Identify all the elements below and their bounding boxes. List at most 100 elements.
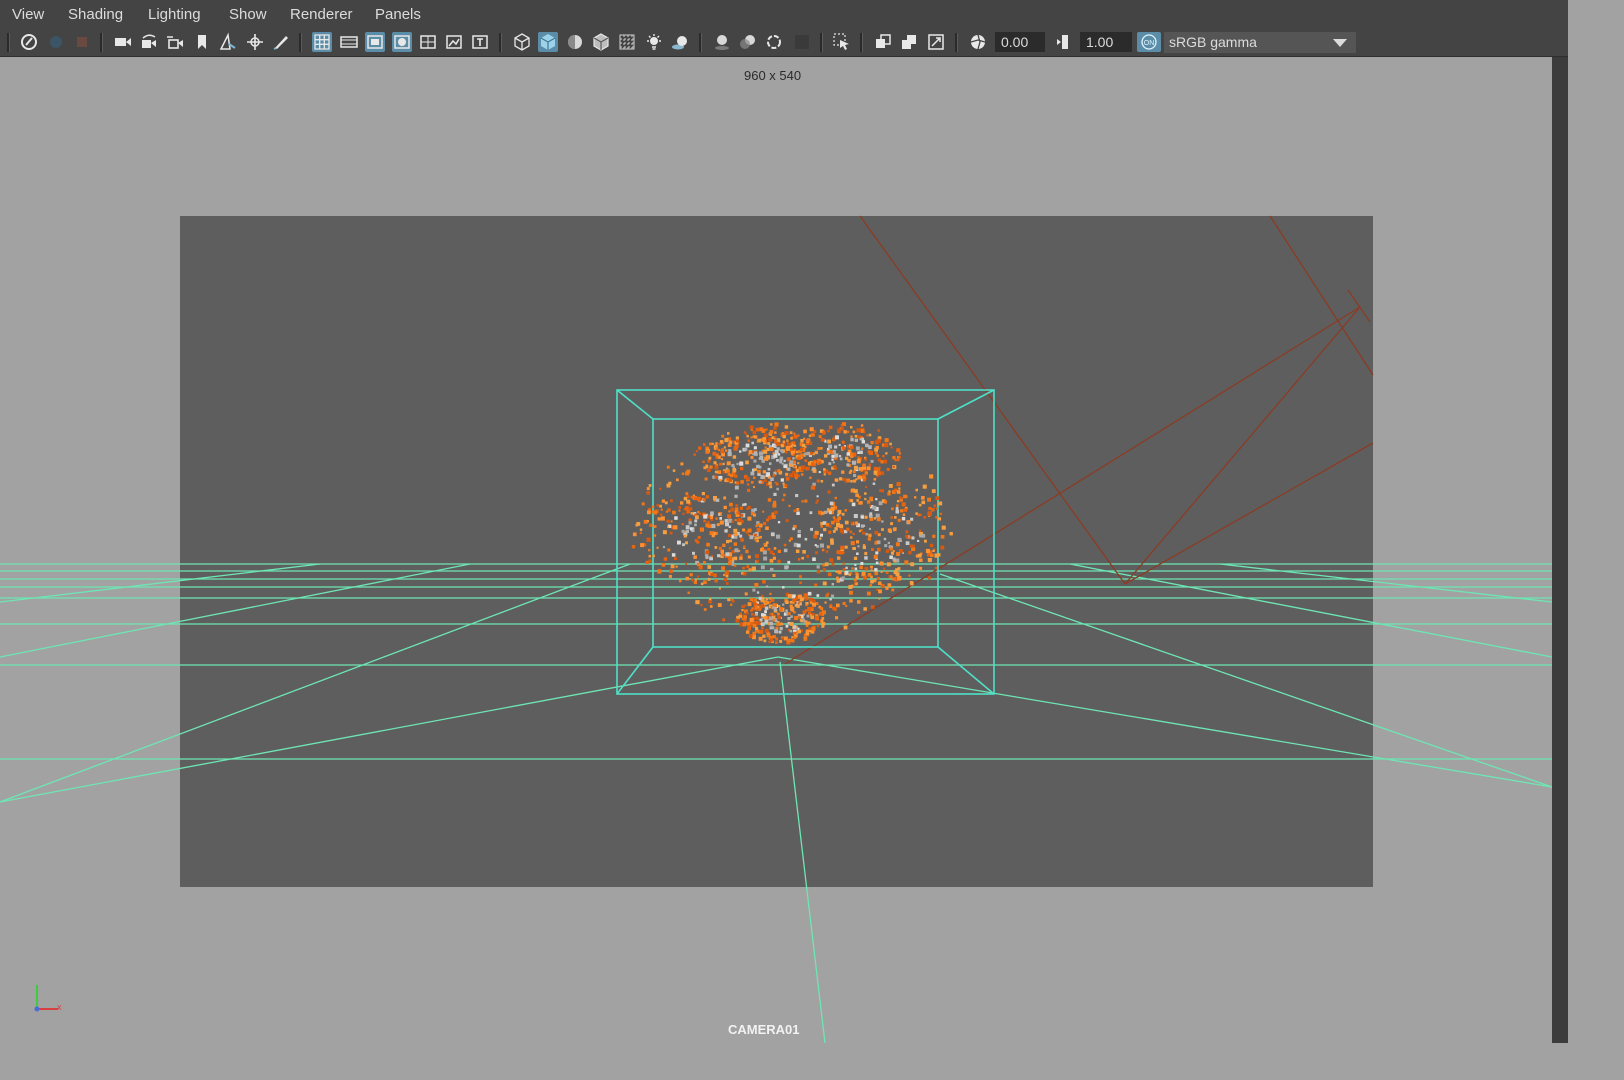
resolution-gate-icon[interactable] (365, 32, 385, 52)
camera-tumble-icon[interactable] (139, 32, 159, 52)
fx-particle (797, 462, 800, 465)
menu-lighting[interactable]: Lighting (148, 6, 201, 23)
fx-particle (835, 570, 838, 573)
default-material-icon[interactable] (565, 32, 585, 52)
fx-particle (726, 477, 730, 481)
xray-joints-icon[interactable] (873, 32, 893, 52)
fx-particle (898, 487, 901, 490)
fx-particle (828, 462, 832, 466)
fx-particle (739, 534, 743, 538)
fx-particle (775, 641, 778, 644)
grid-icon[interactable] (312, 32, 332, 52)
film-gate-icon[interactable] (339, 32, 359, 52)
viewport-scrollbar[interactable] (1552, 57, 1568, 1043)
smooth-shade-icon[interactable] (538, 32, 558, 52)
fx-particle (735, 618, 740, 623)
panel-toolbar: 0.00 1.00 ON sRGB gamma (0, 29, 1568, 57)
menu-view[interactable]: View (12, 6, 44, 23)
fx-particle (787, 560, 791, 564)
camera-attributes-icon[interactable] (46, 32, 66, 52)
fx-particle (696, 562, 701, 567)
fx-particle (890, 522, 893, 526)
fx-particle (751, 635, 756, 640)
menu-show[interactable]: Show (229, 6, 267, 23)
isolate-select-icon[interactable] (832, 32, 852, 52)
fx-particle (881, 520, 884, 523)
depth-of-field-icon[interactable] (792, 32, 812, 52)
fx-particle (694, 578, 697, 581)
wireframe-icon[interactable] (512, 32, 532, 52)
fx-particle (809, 511, 813, 515)
color-management-icon[interactable]: ON (1137, 32, 1161, 52)
fx-particle (798, 454, 802, 458)
fx-particle (727, 473, 731, 476)
fx-particle (754, 468, 757, 471)
gate-mask-icon[interactable] (392, 32, 412, 52)
fx-particle (797, 602, 800, 605)
fx-particle (848, 585, 853, 589)
fx-particle (653, 525, 657, 528)
camera-track-icon[interactable] (165, 32, 185, 52)
fx-particle (749, 597, 753, 601)
fx-particle (715, 498, 720, 502)
fx-particle (857, 435, 861, 439)
field-chart-icon[interactable] (418, 32, 438, 52)
fx-particle (781, 462, 784, 465)
fx-particle (704, 477, 708, 481)
2d-pan-icon[interactable] (245, 32, 265, 52)
fx-particle (725, 552, 730, 557)
fx-particle (850, 521, 853, 525)
backface-culling-icon[interactable] (926, 32, 946, 52)
image-plane-icon[interactable] (218, 32, 238, 52)
fx-particle (791, 609, 794, 612)
menu-panels[interactable]: Panels (375, 6, 421, 23)
safe-title-icon[interactable] (470, 32, 490, 52)
select-camera-icon[interactable] (19, 32, 39, 52)
bookmark-icon[interactable] (72, 32, 92, 52)
grease-pencil-icon[interactable] (271, 32, 291, 52)
bookmark-flag-icon[interactable] (192, 32, 212, 52)
fx-particle (753, 446, 757, 450)
use-all-lights-icon[interactable] (644, 32, 664, 52)
fx-particle (727, 597, 731, 602)
camera-name-label: CAMERA01 (728, 1022, 800, 1037)
fx-particle (816, 569, 821, 574)
fx-particle (769, 613, 772, 616)
safe-action-icon[interactable] (444, 32, 464, 52)
color-space-dropdown[interactable]: sRGB gamma (1164, 32, 1356, 53)
exposure-icon[interactable] (968, 32, 988, 52)
fx-particle (833, 607, 837, 611)
fx-particle (860, 562, 864, 565)
fx-particle (886, 562, 891, 567)
antialiasing-icon[interactable] (764, 32, 784, 52)
3d-viewport[interactable]: x 960 x 540 CAMERA01 (0, 57, 1552, 1043)
xray-active-icon[interactable] (899, 32, 919, 52)
fx-particle (648, 554, 652, 558)
fx-particle (827, 439, 831, 444)
menu-shading[interactable]: Shading (68, 6, 123, 23)
fx-particle (764, 456, 769, 461)
fx-particle (735, 436, 739, 440)
shadows-icon[interactable] (670, 32, 690, 52)
gamma-field[interactable]: 1.00 (1080, 32, 1132, 52)
fx-particle (849, 445, 854, 449)
xray-icon[interactable] (617, 32, 637, 52)
fx-particle (839, 457, 843, 461)
exposure-field[interactable]: 0.00 (995, 32, 1045, 52)
menu-renderer[interactable]: Renderer (290, 6, 353, 23)
fx-particle (752, 588, 756, 592)
fx-particle (892, 465, 896, 469)
fx-particle (689, 527, 693, 531)
camera-icon[interactable] (113, 32, 133, 52)
wireframe-on-shaded-icon[interactable] (591, 32, 611, 52)
fx-particle (755, 613, 758, 616)
fx-particle (885, 586, 889, 590)
motion-blur-icon[interactable] (738, 32, 758, 52)
fx-particle (760, 474, 765, 479)
gamma-icon[interactable] (1053, 32, 1073, 52)
fx-particle (712, 451, 717, 456)
fx-particle (695, 600, 699, 604)
screen-space-ao-icon[interactable] (712, 32, 732, 52)
fx-particle (816, 565, 820, 569)
fx-particle (873, 579, 877, 583)
